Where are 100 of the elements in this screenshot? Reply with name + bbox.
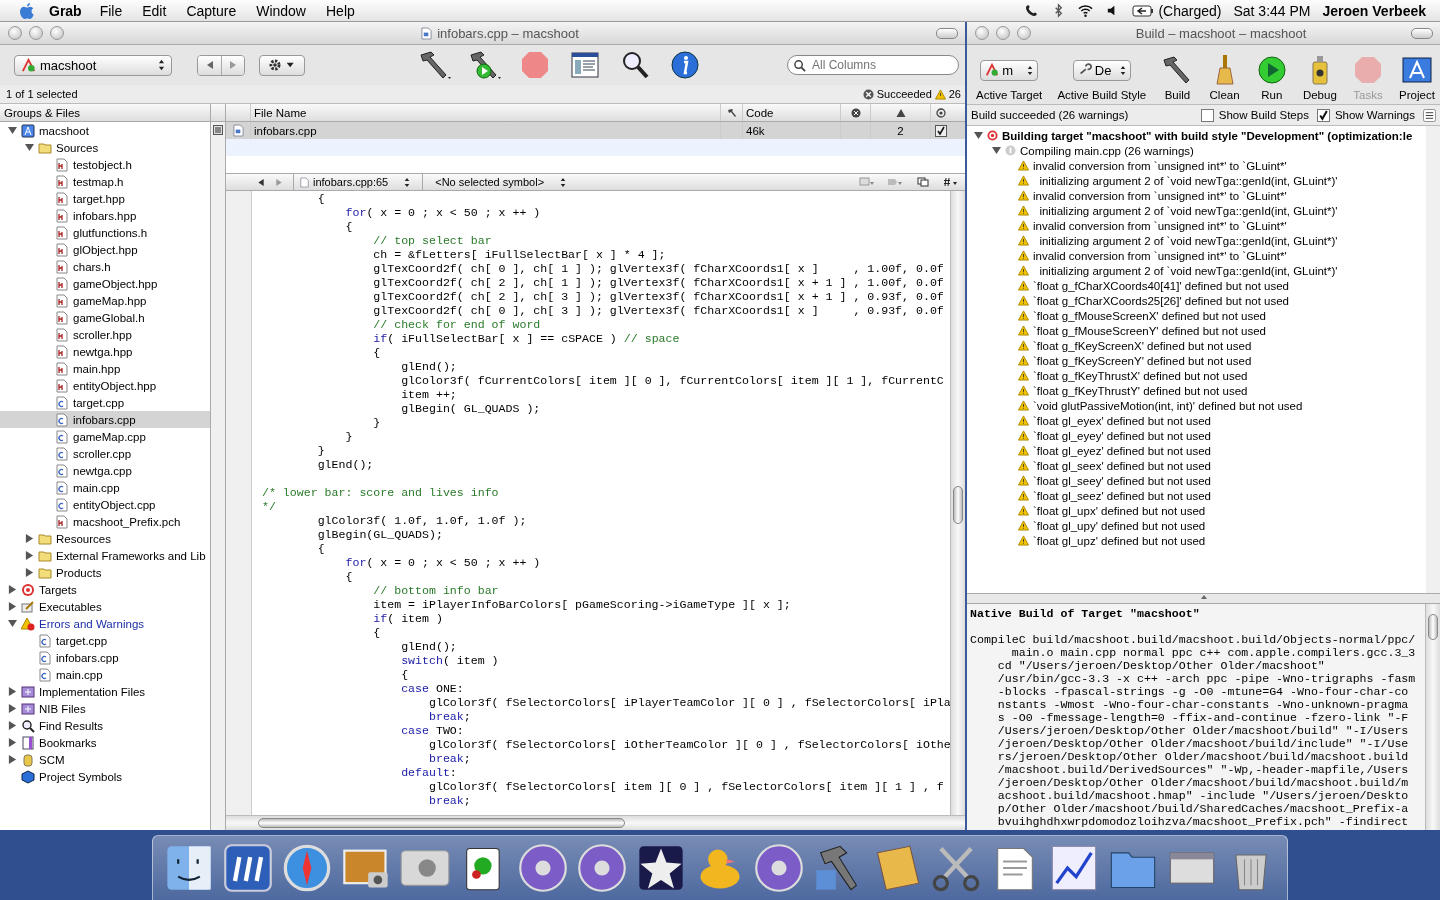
disclosure-triangle-icon[interactable]: [8, 721, 17, 730]
warning-row[interactable]: invalid conversion from `unsigned int*' to `GLuint*': [967, 218, 1426, 233]
warning-row[interactable]: `float gl_eyex' defined but not used: [967, 413, 1426, 428]
warning-row[interactable]: `float gl_seez' defined but not used: [967, 488, 1426, 503]
sidebar-item[interactable]: entityObject.cpp: [0, 496, 210, 513]
sidebar-item[interactable]: External Frameworks and Lib: [0, 547, 210, 564]
disc-icon[interactable]: [753, 842, 805, 894]
menu-app-name[interactable]: Grab: [49, 2, 82, 19]
scroll-thumb[interactable]: [258, 818, 625, 828]
warning-row[interactable]: `float gl_eyey' defined but not used: [967, 428, 1426, 443]
build-button[interactable]: Build: [1158, 53, 1197, 101]
disclosure-triangle-icon[interactable]: [8, 126, 17, 135]
warning-row[interactable]: `float gl_seey' defined but not used: [967, 473, 1426, 488]
hammer-icon[interactable]: [726, 107, 737, 118]
disclosure-triangle-icon[interactable]: [8, 687, 17, 696]
sidebar-item[interactable]: infobars.cpp: [0, 411, 210, 428]
disclosure-triangle-icon[interactable]: [25, 534, 34, 543]
sidebar-item[interactable]: scroller.cpp: [0, 445, 210, 462]
build-and-run-icon[interactable]: [467, 49, 503, 81]
warning-row[interactable]: `void glutPassiveMotion(int, int)' defined but not used: [967, 398, 1426, 413]
disclosure-triangle-icon[interactable]: [8, 602, 17, 611]
warning-row[interactable]: `float g_fMouseScreenX' defined but not used: [967, 308, 1426, 323]
back-arrow-icon[interactable]: [257, 177, 265, 187]
scroll-thumb[interactable]: [953, 486, 963, 524]
disclosure-triangle-icon[interactable]: [25, 143, 34, 152]
symbol-popup[interactable]: <No selected symbol>: [422, 174, 573, 190]
warning-row[interactable]: initializing argument 2 of `void newTga::genId(int, GLuint*)': [967, 173, 1426, 188]
sidebar-item[interactable]: macshoot_Prefix.pch: [0, 513, 210, 530]
warning-icon[interactable]: [895, 107, 906, 118]
vertical-scrollbar[interactable]: [1425, 604, 1440, 830]
wifi-icon[interactable]: [1078, 3, 1094, 18]
warning-row[interactable]: `float g_fCharXCoords25[26]' defined but not used: [967, 293, 1426, 308]
show-warnings-checkbox[interactable]: Show Warnings: [1316, 108, 1415, 122]
column-header[interactable]: Groups & Files: [0, 104, 210, 122]
sidebar-item[interactable]: glutfunctions.h: [0, 224, 210, 241]
apple-logo-icon[interactable]: [19, 1, 35, 20]
show-build-steps-checkbox[interactable]: Show Build Steps: [1200, 108, 1309, 122]
warning-row[interactable]: `float g_fKeyScreenY' defined but not used: [967, 353, 1426, 368]
warning-row[interactable]: initializing argument 2 of `void newTga::genId(int, GLuint*)': [967, 233, 1426, 248]
file-popup[interactable]: infobars.cpp:65: [293, 174, 417, 190]
warning-row[interactable]: initializing argument 2 of `void newTga::genId(int, GLuint*)': [967, 263, 1426, 278]
sidebar-item[interactable]: Products: [0, 564, 210, 581]
counterpart-menu-icon[interactable]: [943, 177, 959, 187]
forward-arrow-icon[interactable]: [275, 177, 283, 187]
run-button[interactable]: Run: [1252, 53, 1291, 101]
hammer-icon[interactable]: [417, 49, 453, 81]
sidebar-item[interactable]: scroller.hpp: [0, 326, 210, 343]
build-style-popup[interactable]: De Active Build Style: [1054, 53, 1150, 101]
checkbox[interactable]: [935, 124, 947, 137]
sidebar-item[interactable]: gameMap.hpp: [0, 292, 210, 309]
project-button[interactable]: Project: [1396, 53, 1438, 101]
forward-button[interactable]: [221, 55, 244, 75]
sidebar-item[interactable]: testmap.h: [0, 173, 210, 190]
clock[interactable]: Sat 3:44 PM: [1233, 2, 1311, 19]
horizontal-scrollbar[interactable]: [226, 815, 965, 830]
user-name[interactable]: Jeroen Verbeek: [1322, 2, 1426, 19]
disclosure-triangle-icon[interactable]: [8, 619, 17, 628]
scroll-thumb[interactable]: [1428, 614, 1438, 640]
disclosure-triangle-icon[interactable]: [8, 738, 17, 747]
compass-icon[interactable]: [281, 842, 333, 894]
build-target-row[interactable]: Building target "macshoot" with build style "Development" (optimization:le: [967, 128, 1426, 143]
sidebar-item[interactable]: infobars.cpp: [0, 649, 210, 666]
list-icon[interactable]: [1423, 108, 1436, 122]
sidebar-item[interactable]: macshoot: [0, 122, 210, 139]
target-popup[interactable]: m Active Target: [973, 53, 1046, 101]
sidebar-item[interactable]: Find Results: [0, 717, 210, 734]
target-icon[interactable]: [936, 107, 946, 118]
search-field[interactable]: All Columns: [787, 55, 959, 75]
debug-button[interactable]: Debug: [1299, 53, 1340, 101]
warning-row[interactable]: `float g_fKeyThrustY' defined but not used: [967, 383, 1426, 398]
warning-row[interactable]: initializing argument 2 of `void newTga::genId(int, GLuint*)': [967, 203, 1426, 218]
menu-item[interactable]: Capture: [186, 2, 237, 19]
column-header[interactable]: File Name: [251, 104, 721, 121]
sidebar-item[interactable]: main.cpp: [0, 666, 210, 683]
target-popup[interactable]: macshoot: [14, 54, 172, 76]
disclosure-triangle-icon[interactable]: [25, 568, 34, 577]
warning-row[interactable]: invalid conversion from `unsigned int*' to `GLuint*': [967, 158, 1426, 173]
disclosure-triangle-icon[interactable]: [8, 585, 17, 594]
warning-row[interactable]: `float gl_eyez' defined but not used: [967, 443, 1426, 458]
sidebar-item[interactable]: gameObject.hpp: [0, 275, 210, 292]
sidebar-item[interactable]: target.cpp: [0, 632, 210, 649]
sidebar-item[interactable]: target.cpp: [0, 394, 210, 411]
menu-item[interactable]: Help: [326, 2, 355, 19]
sidebar-item[interactable]: target.hpp: [0, 190, 210, 207]
breakpoint-menu-icon[interactable]: [887, 177, 903, 187]
error-icon[interactable]: [850, 107, 861, 118]
sidebar-item[interactable]: newtga.cpp: [0, 462, 210, 479]
split-view-icon[interactable]: [915, 177, 931, 187]
file-row[interactable]: infobars.cpp 46k 2: [226, 122, 965, 139]
warning-row[interactable]: `float g_fMouseScreenY' defined but not used: [967, 323, 1426, 338]
battery-status[interactable]: (Charged): [1158, 2, 1222, 19]
sidebar-item[interactable]: Bookmarks: [0, 734, 210, 751]
disclosure-triangle-icon[interactable]: [8, 755, 17, 764]
sidebar-item[interactable]: infobars.hpp: [0, 207, 210, 224]
bookmark-menu-icon[interactable]: [859, 177, 875, 187]
compile-row[interactable]: Compiling main.cpp (26 warnings): [967, 143, 1426, 158]
sidebar-item[interactable]: NIB Files: [0, 700, 210, 717]
list-icon[interactable]: [213, 125, 223, 135]
menu-item[interactable]: Edit: [142, 2, 167, 19]
toolbar-toggle-button[interactable]: [936, 27, 958, 39]
